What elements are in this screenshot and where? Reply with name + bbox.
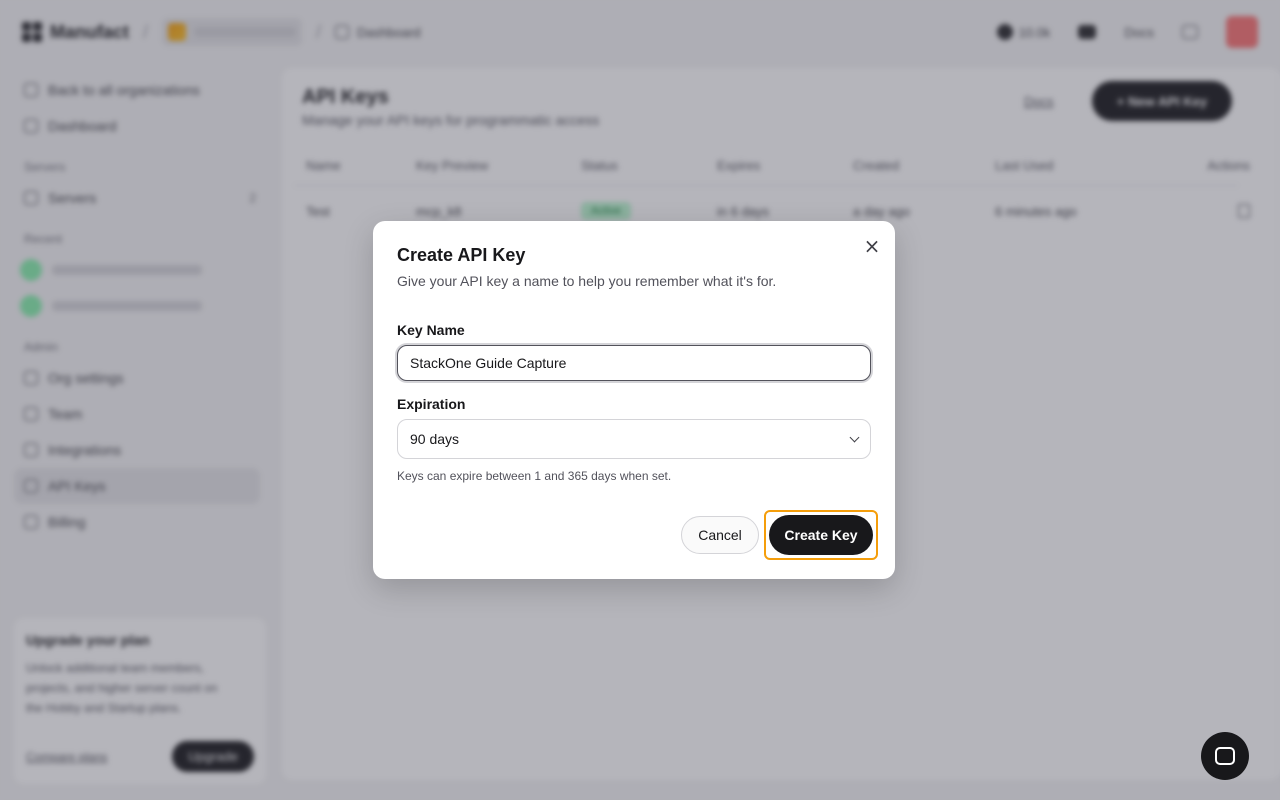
expiration-hint: Keys can expire between 1 and 365 days w… (397, 469, 672, 483)
create-key-highlight: Create Key (764, 510, 878, 560)
expiration-select[interactable]: 90 days (397, 419, 871, 459)
create-api-key-dialog: Create API Key Give your API key a name … (373, 221, 895, 579)
dialog-description: Give your API key a name to help you rem… (397, 273, 777, 289)
key-name-label: Key Name (397, 322, 465, 338)
close-icon[interactable]: × (861, 235, 883, 257)
dialog-title: Create API Key (397, 245, 526, 265)
expiration-value: 90 days (410, 431, 460, 447)
cancel-button[interactable]: Cancel (681, 516, 759, 554)
key-name-input[interactable] (397, 345, 871, 381)
create-key-button[interactable]: Create Key (769, 515, 873, 555)
support-chat-button[interactable] (1201, 732, 1249, 780)
chevron-down-icon (849, 432, 860, 442)
chat-icon (1215, 747, 1235, 765)
expiration-label: Expiration (397, 396, 466, 412)
